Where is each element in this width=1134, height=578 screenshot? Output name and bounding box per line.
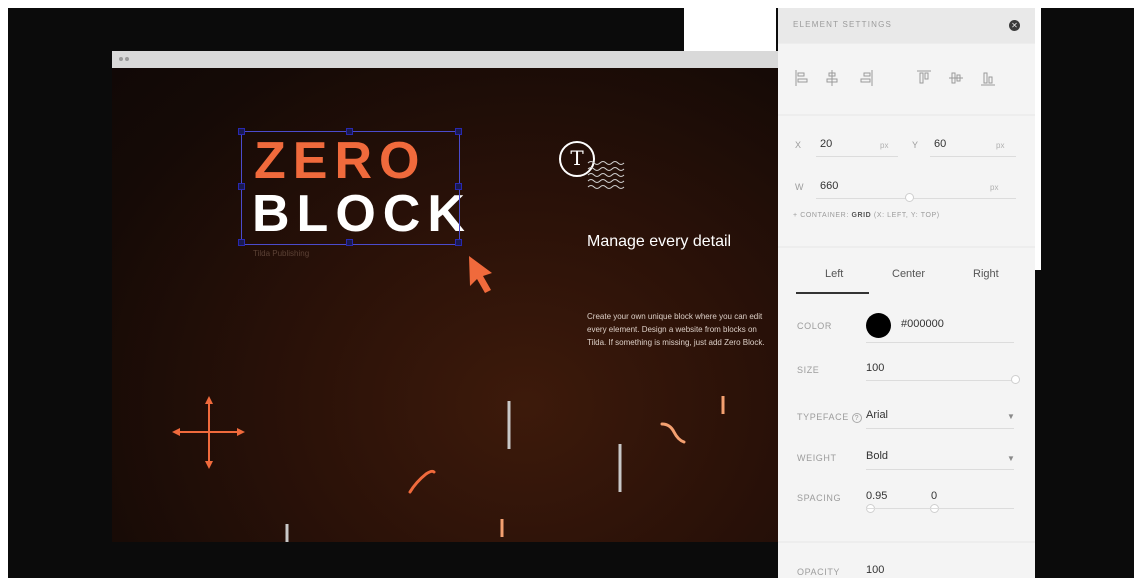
- width-slider-handle[interactable]: [905, 193, 914, 202]
- size-underline: [866, 380, 1014, 381]
- decorations: [172, 256, 725, 542]
- color-input[interactable]: #000000: [901, 318, 944, 330]
- active-tab-indicator: [796, 292, 869, 294]
- align-middle-icon[interactable]: [948, 68, 964, 88]
- tab-align-right[interactable]: Right: [973, 268, 999, 280]
- container-prefix: + CONTAINER:: [793, 212, 849, 219]
- size-slider-handle[interactable]: [1011, 375, 1020, 384]
- weight-underline: [866, 469, 1014, 470]
- w-input[interactable]: 660: [820, 180, 838, 192]
- tab-align-center[interactable]: Center: [892, 268, 925, 280]
- w-label: W: [795, 182, 805, 192]
- size-input[interactable]: 100: [866, 362, 884, 374]
- background-notch: [684, 8, 776, 51]
- align-bottom-icon[interactable]: [980, 68, 996, 88]
- element-settings-panel: ELEMENT SETTINGS ✕ X 20 px Y 60 px W 660…: [778, 8, 1035, 578]
- help-icon[interactable]: ?: [851, 412, 862, 423]
- y-unit: px: [996, 141, 1005, 150]
- y-label: Y: [912, 140, 919, 150]
- x-label: X: [795, 140, 802, 150]
- opacity-section: OPACITY 100: [778, 543, 1035, 578]
- weight-select[interactable]: Bold: [866, 450, 888, 462]
- align-center-horizontal-icon[interactable]: [824, 68, 840, 88]
- color-swatch[interactable]: [866, 313, 891, 338]
- preview-window: ZERO BLOCK Tilda Publishing T Manage eve…: [112, 51, 778, 542]
- align-left-icon[interactable]: [794, 68, 810, 88]
- weight-dropdown-icon[interactable]: ▼: [1007, 454, 1015, 463]
- x-input[interactable]: 20: [820, 138, 832, 150]
- deco-squiggle: [408, 469, 436, 494]
- y-input[interactable]: 60: [934, 138, 946, 150]
- opacity-label: OPACITY: [797, 567, 841, 577]
- spacing-underline: [866, 508, 1014, 509]
- alignment-section: [778, 44, 1035, 114]
- move-cross-icon: [172, 396, 245, 469]
- opacity-input[interactable]: 100: [866, 564, 884, 576]
- panel-title: ELEMENT SETTINGS: [793, 20, 893, 29]
- color-label: COLOR: [797, 321, 833, 331]
- spacing-input-2[interactable]: 0: [931, 490, 937, 502]
- container-setting[interactable]: + CONTAINER: GRID (X: LEFT, Y: TOP): [793, 212, 940, 219]
- x-underline: [816, 156, 898, 157]
- pointer-cursor-icon: [469, 256, 492, 293]
- typography-section: Left Center Right COLOR #000000 SIZE 100…: [778, 248, 1035, 541]
- align-right-icon[interactable]: [858, 68, 874, 88]
- x-unit: px: [880, 141, 889, 150]
- size-label: SIZE: [797, 365, 820, 375]
- deco-squiggle: [660, 422, 686, 444]
- tab-align-left[interactable]: Left: [825, 268, 843, 280]
- typeface-label: TYPEFACE?: [797, 412, 862, 423]
- align-top-icon[interactable]: [916, 68, 932, 88]
- typeface-underline: [866, 428, 1014, 429]
- y-underline: [930, 156, 1016, 157]
- typeface-label-text: TYPEFACE: [797, 412, 849, 422]
- spacing-input[interactable]: 0.95: [866, 490, 887, 502]
- close-icon[interactable]: ✕: [1009, 20, 1020, 31]
- w-unit: px: [990, 183, 999, 192]
- spacing-label: SPACING: [797, 493, 842, 503]
- w-underline: [816, 198, 1016, 199]
- typeface-select[interactable]: Arial: [866, 409, 888, 421]
- panel-header: ELEMENT SETTINGS ✕: [778, 8, 1035, 43]
- position-section: X 20 px Y 60 px W 660 px + CONTAINER: GR…: [778, 116, 1035, 246]
- color-underline: [866, 342, 1014, 343]
- container-value: GRID: [851, 212, 872, 219]
- weight-label: WEIGHT: [797, 453, 837, 463]
- panel-scrollbar[interactable]: [1035, 8, 1041, 270]
- container-suffix: (X: LEFT, Y: TOP): [873, 212, 940, 219]
- typeface-dropdown-icon[interactable]: ▼: [1007, 412, 1015, 421]
